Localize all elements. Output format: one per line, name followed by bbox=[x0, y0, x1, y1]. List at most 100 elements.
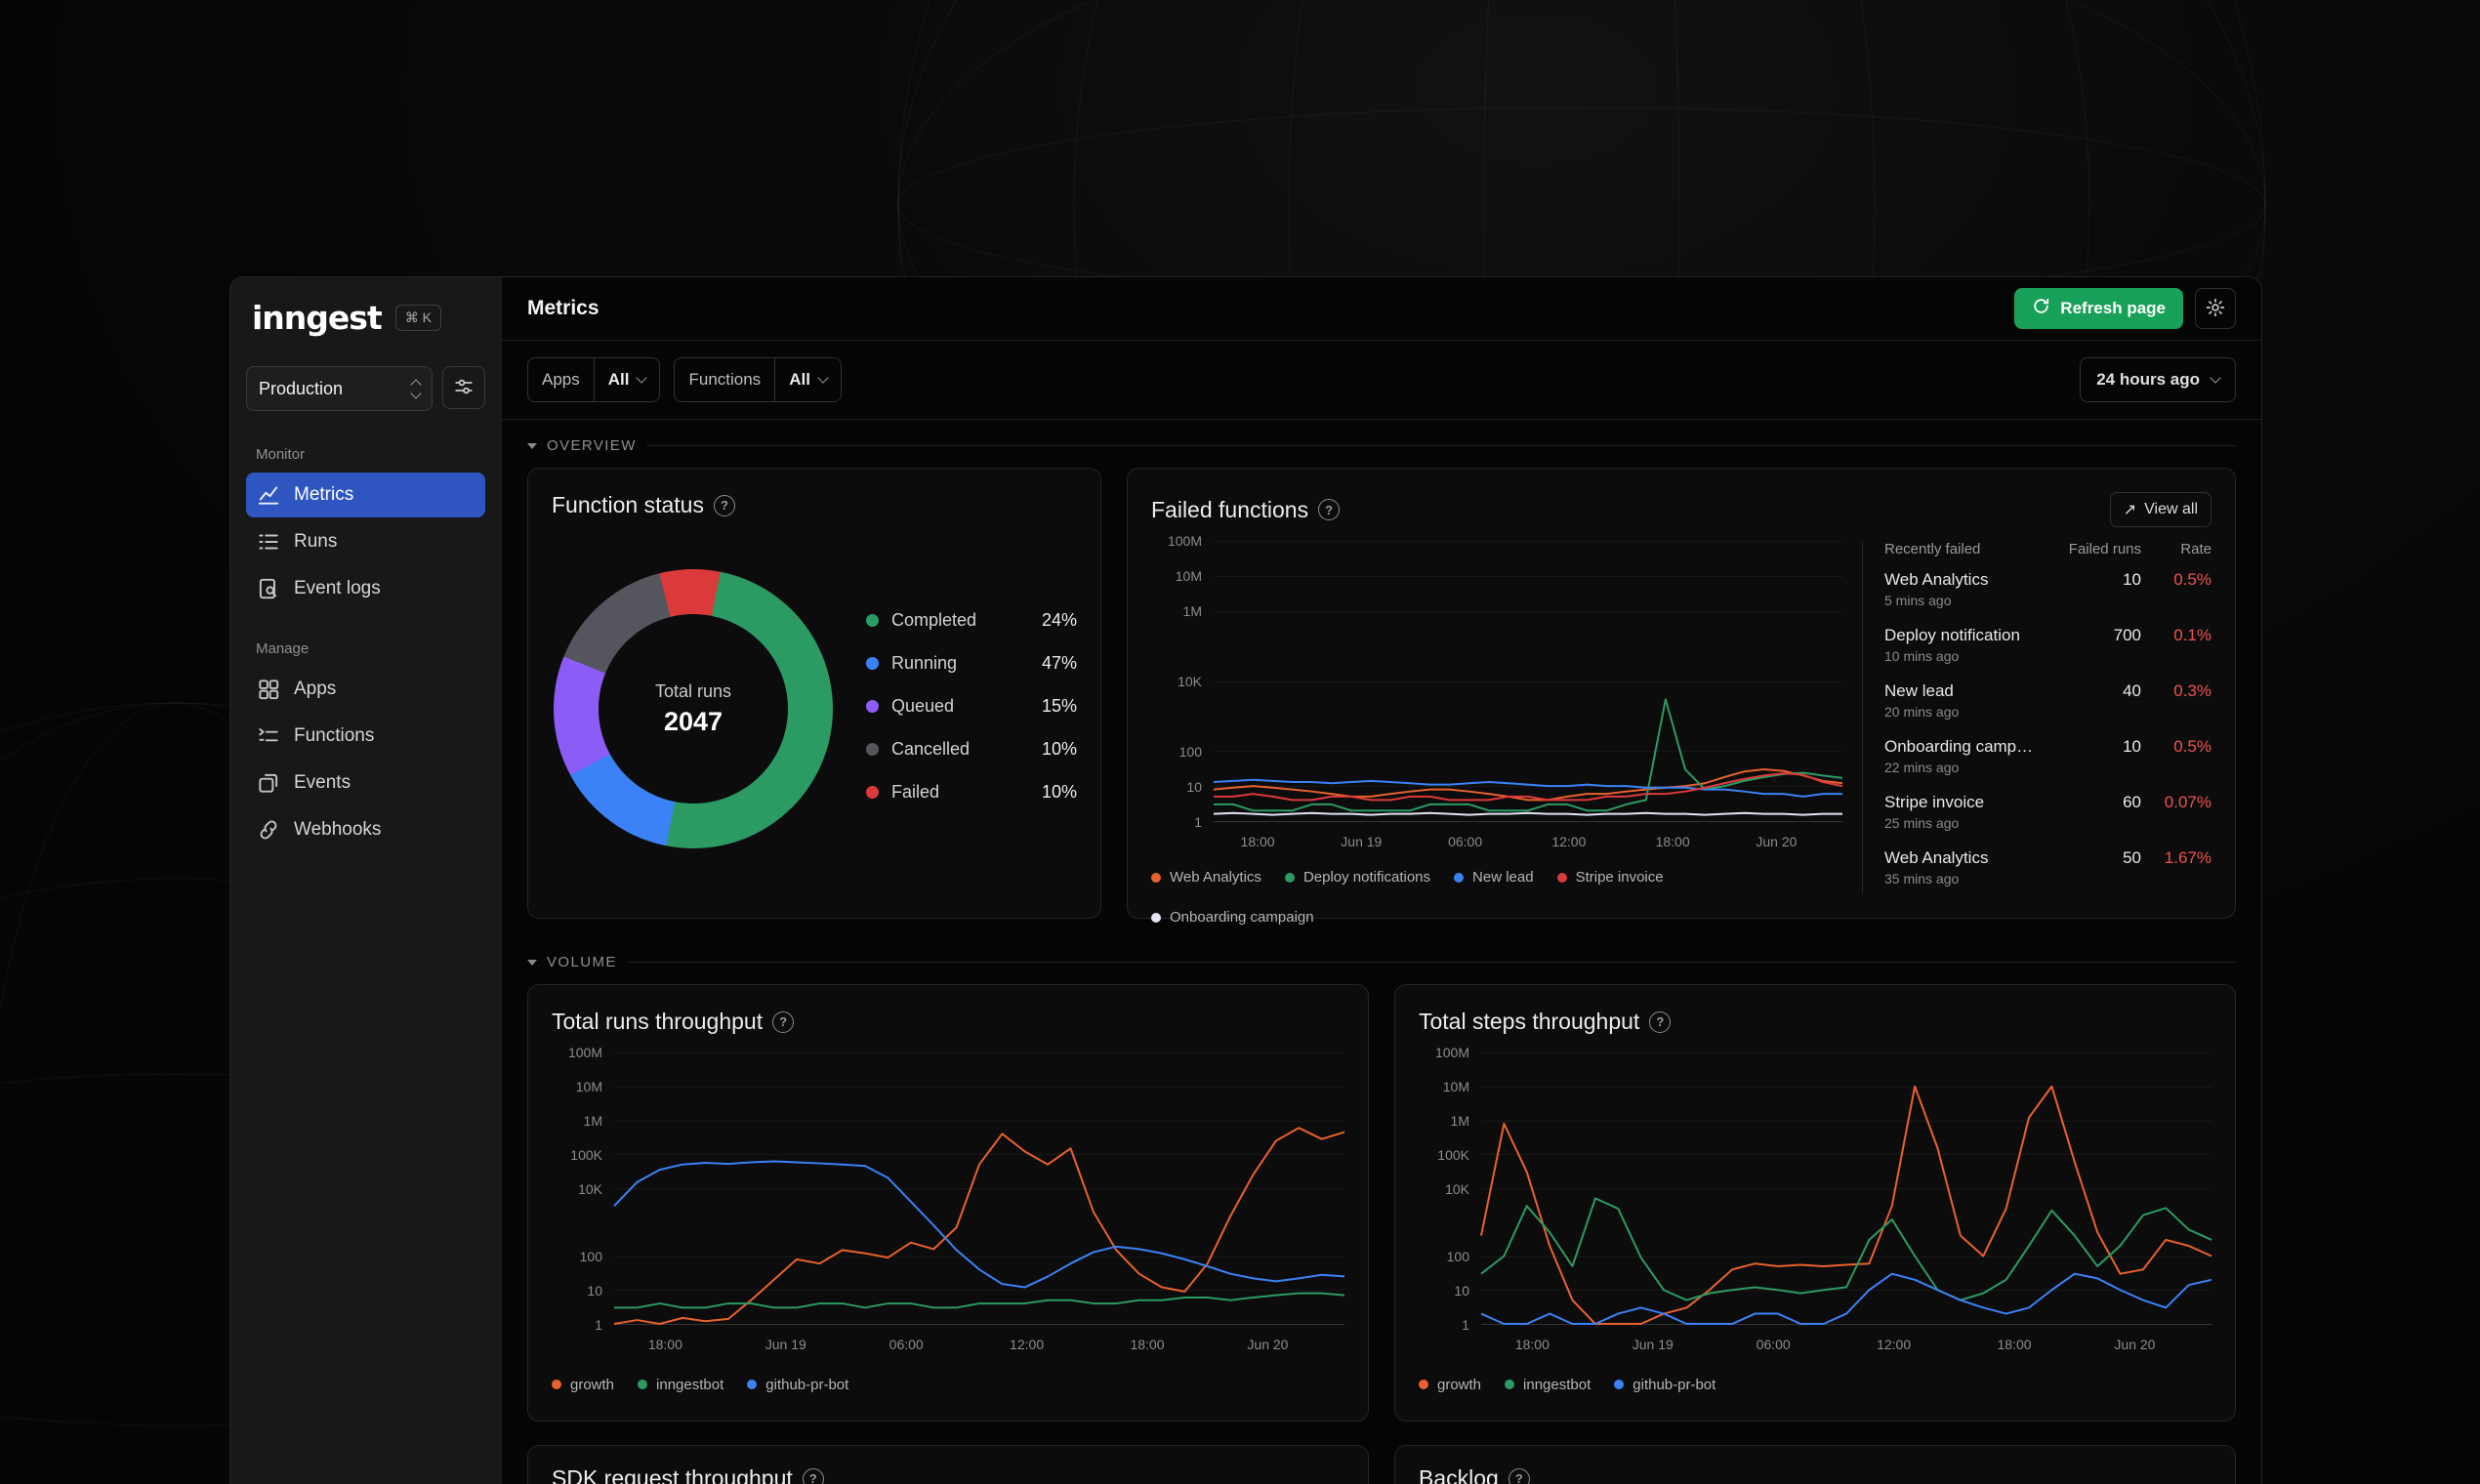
help-icon[interactable]: ? bbox=[1508, 1467, 1530, 1484]
failed-runs: 10 bbox=[2123, 570, 2141, 589]
main-area: Metrics Refresh page Apps All Functions … bbox=[502, 277, 2261, 1484]
events-icon bbox=[256, 770, 281, 796]
failed-time: 20 mins ago bbox=[1884, 704, 1960, 720]
plot-area bbox=[1481, 1052, 2211, 1325]
legend-dot bbox=[1419, 1380, 1428, 1389]
webhooks-icon bbox=[256, 817, 281, 843]
inngest-logo: inngest bbox=[252, 299, 383, 337]
legend-dot bbox=[1454, 872, 1465, 883]
table-row[interactable]: New lead 20 mins ago 40 0.3% bbox=[1884, 673, 2211, 728]
chevron-down-icon bbox=[2210, 372, 2221, 384]
legend-dot bbox=[866, 786, 879, 799]
legend-dot bbox=[1151, 872, 1161, 883]
sidebar-item-apps[interactable]: Apps bbox=[246, 667, 485, 712]
legend-percent: 24% bbox=[1041, 610, 1077, 630]
failure-rate: 0.07% bbox=[2164, 793, 2211, 811]
header-actions: Refresh page bbox=[2014, 288, 2236, 329]
failed-functions-chart: 100M 10M 1M 10K 100 10 1 18:00 Jun 19 06:00 12:00… bbox=[1151, 533, 1842, 857]
legend-label: Failed bbox=[891, 782, 940, 802]
sidebar-item-webhooks[interactable]: Webhooks bbox=[246, 807, 485, 852]
column-header: Recently failed bbox=[1884, 541, 1981, 557]
legend-item: inngestbot bbox=[638, 1377, 723, 1393]
help-icon[interactable]: ? bbox=[713, 494, 735, 516]
environment-select[interactable]: Production bbox=[246, 366, 433, 411]
environment-filter-button[interactable] bbox=[442, 366, 485, 409]
failed-runs: 60 bbox=[2123, 793, 2141, 811]
caret-down-icon bbox=[527, 442, 537, 449]
failed-runs: 10 bbox=[2123, 737, 2141, 756]
view-all-button[interactable]: ↗ View all bbox=[2109, 492, 2211, 527]
sidebar-item-metrics[interactable]: Metrics bbox=[246, 473, 485, 517]
failed-time: 35 mins ago bbox=[1884, 871, 1960, 886]
section-divider bbox=[645, 445, 2236, 446]
y-axis: 100M 10M 1M 100K 10K 100 10 1 bbox=[1434, 1045, 1469, 1333]
failed-runs: 50 bbox=[2123, 848, 2141, 867]
functions-filter[interactable]: Functions All bbox=[674, 357, 842, 402]
sidebar-item-functions[interactable]: Functions bbox=[246, 714, 485, 759]
failure-rate: 0.5% bbox=[2173, 737, 2211, 756]
table-row[interactable]: Onboarding campaign 22 mins ago 10 0.5% bbox=[1884, 728, 2211, 784]
apps-filter[interactable]: Apps All bbox=[527, 357, 661, 402]
help-icon[interactable]: ? bbox=[802, 1467, 824, 1484]
legend-label: growth bbox=[570, 1376, 615, 1393]
sdk-request-throughput-title: SDK request throughput bbox=[552, 1465, 793, 1484]
view-all-label: View all bbox=[2144, 501, 2198, 517]
legend-percent: 15% bbox=[1041, 696, 1077, 716]
legend-item: growth bbox=[1419, 1377, 1481, 1393]
functions-icon bbox=[256, 723, 281, 749]
function-name: Stripe invoice bbox=[1884, 793, 1985, 811]
settings-button[interactable] bbox=[2195, 288, 2236, 329]
refresh-page-button[interactable]: Refresh page bbox=[2014, 288, 2183, 329]
table-row[interactable]: Deploy notification 10 mins ago 700 0.1% bbox=[1884, 617, 2211, 673]
table-row[interactable]: Web Analytics 5 mins ago 10 0.5% bbox=[1884, 561, 2211, 617]
refresh-icon bbox=[2032, 297, 2050, 320]
sidebar-item-event-logs[interactable]: Event logs bbox=[246, 566, 485, 611]
sidebar-item-events[interactable]: Events bbox=[246, 761, 485, 805]
table-row[interactable]: Web Analytics 35 mins ago 50 1.67% bbox=[1884, 840, 2211, 895]
legend-item: github-pr-bot bbox=[747, 1377, 848, 1393]
sidebar-item-label: Metrics bbox=[294, 484, 354, 505]
help-icon[interactable]: ? bbox=[1318, 499, 1341, 520]
status-legend: Completed 24% Running 47% Queued 15% Can… bbox=[866, 610, 1077, 803]
sidebar-item-runs[interactable]: Runs bbox=[246, 519, 485, 564]
function-name: Onboarding campaign bbox=[1884, 737, 2034, 756]
gear-icon bbox=[2205, 297, 2226, 321]
filter-bar: Apps All Functions All 24 hours ago bbox=[502, 341, 2261, 420]
legend-item: Deploy notifications bbox=[1284, 869, 1430, 886]
x-axis: 18:00 Jun 19 06:00 12:00 18:00 Jun 20 bbox=[647, 1337, 1289, 1352]
help-icon[interactable]: ? bbox=[772, 1010, 795, 1033]
overview-section-label: OVERVIEW bbox=[547, 437, 637, 454]
bottom-cards-row: SDK request throughput ? Backlog ? bbox=[527, 1445, 2236, 1484]
legend-dot bbox=[866, 657, 879, 670]
volume-section-toggle[interactable]: VOLUME bbox=[527, 954, 2236, 970]
failed-time: 10 mins ago bbox=[1884, 648, 1960, 664]
failed-chart-legend: Web Analytics Deploy notifications New l… bbox=[1151, 869, 1842, 926]
x-axis: 18:00 Jun 19 06:00 12:00 18:00 Jun 20 bbox=[1514, 1337, 2156, 1352]
runs-throughput-card: Total runs throughput ? 100M 10M 1M 100K 10K… bbox=[527, 984, 1369, 1422]
legend-item: growth bbox=[552, 1377, 614, 1393]
legend-label: Onboarding campaign bbox=[1170, 909, 1314, 926]
steps-chart-legend: growth inngestbot github-pr-bot bbox=[1419, 1372, 2211, 1397]
function-status-title: Function status bbox=[552, 492, 704, 517]
legend-label: inngestbot bbox=[1523, 1376, 1591, 1393]
time-range-value: 24 hours ago bbox=[2096, 370, 2200, 389]
legend-dot bbox=[1614, 1380, 1625, 1389]
sdk-request-throughput-card: SDK request throughput ? bbox=[527, 1445, 1369, 1484]
chevron-down-icon bbox=[817, 372, 829, 384]
functions-filter-value: All bbox=[789, 370, 810, 389]
overview-section-toggle[interactable]: OVERVIEW bbox=[527, 437, 2236, 454]
table-row[interactable]: Stripe invoice 25 mins ago 60 0.07% bbox=[1884, 784, 2211, 840]
chevron-down-icon bbox=[636, 372, 648, 384]
legend-label: growth bbox=[1437, 1376, 1482, 1393]
legend-dot bbox=[866, 743, 879, 756]
command-k-shortcut[interactable]: ⌘ K bbox=[394, 305, 441, 331]
failed-runs: 700 bbox=[2113, 626, 2141, 644]
app-window: inngest ⌘ K Production Monitor Metrics R… bbox=[229, 276, 2262, 1484]
plot-area bbox=[1214, 541, 1842, 822]
help-icon[interactable]: ? bbox=[1649, 1010, 1672, 1033]
time-range-select[interactable]: 24 hours ago bbox=[2080, 357, 2236, 402]
failed-time: 5 mins ago bbox=[1884, 593, 1952, 608]
failed-functions-title: Failed functions bbox=[1151, 496, 1309, 522]
sidebar-item-label: Apps bbox=[294, 679, 337, 699]
function-name: Deploy notification bbox=[1884, 626, 2020, 644]
